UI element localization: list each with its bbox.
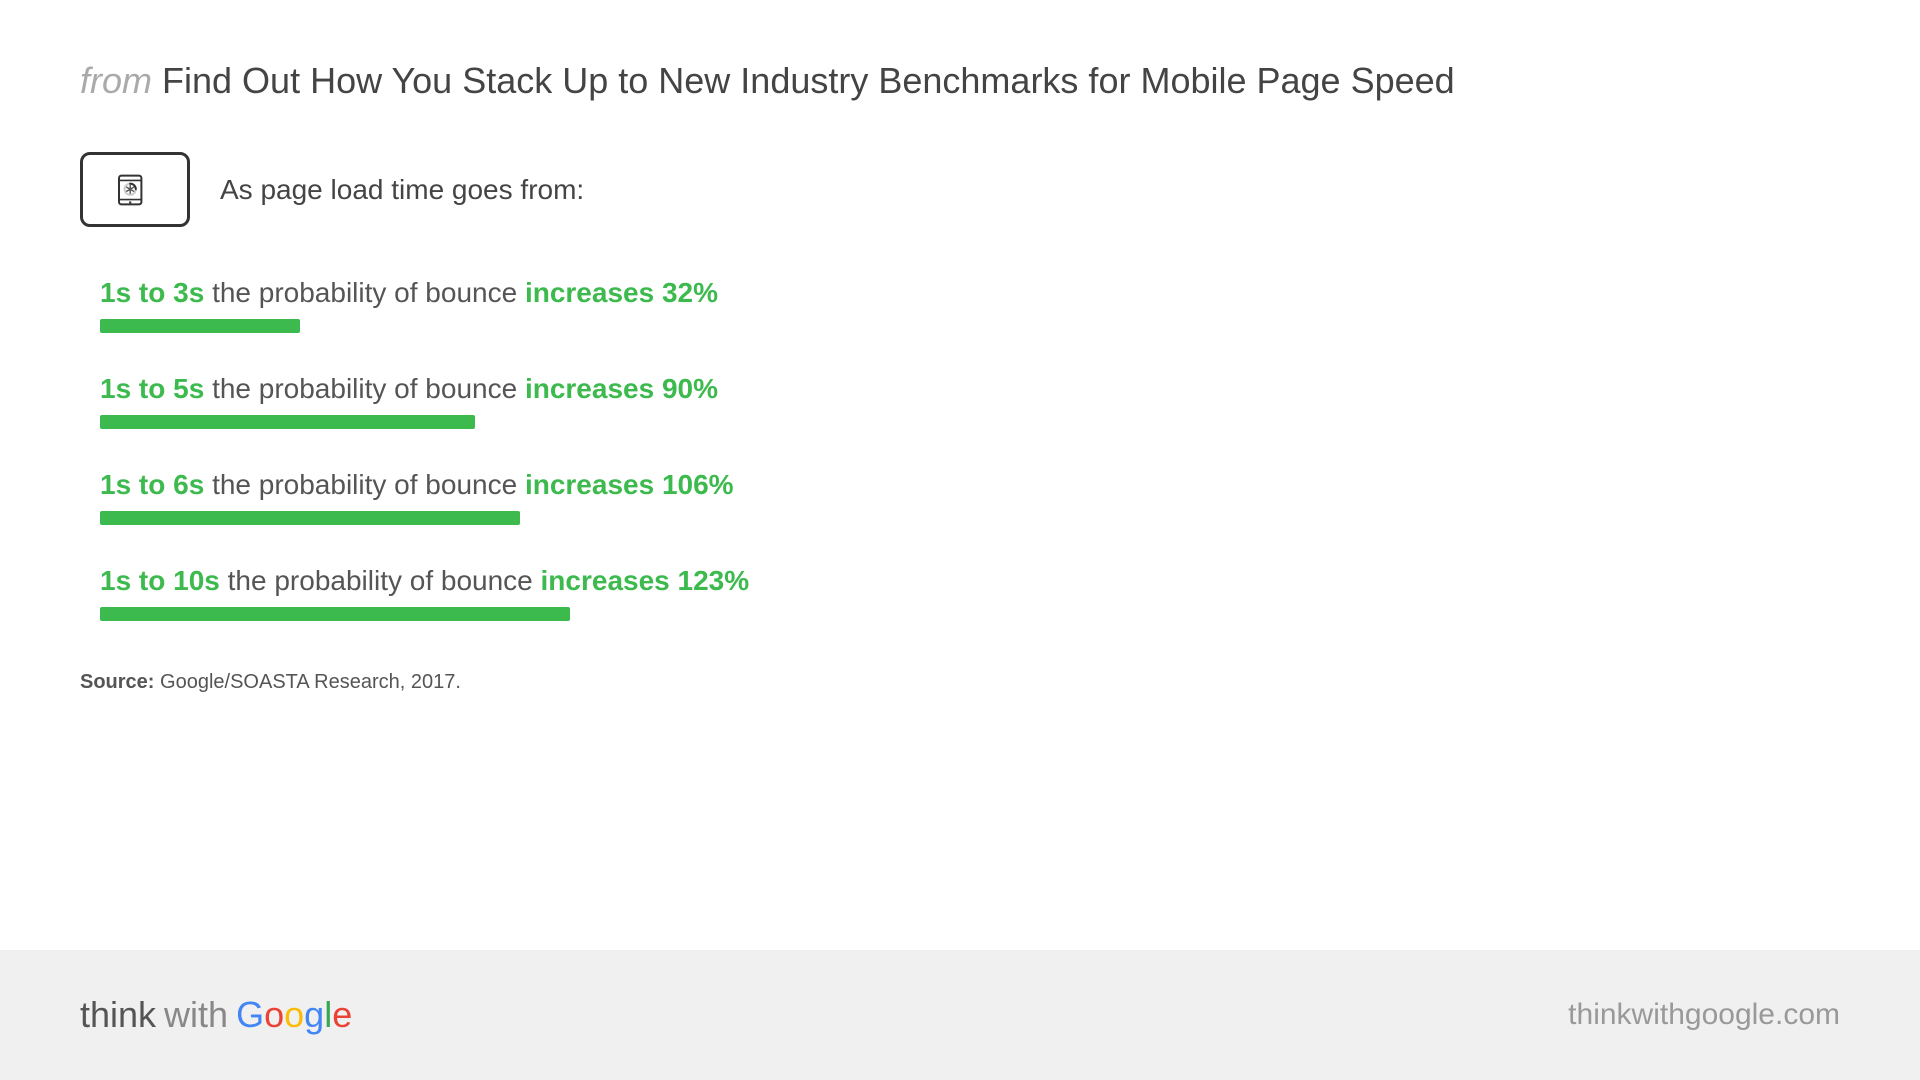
- google-letter-G: G: [236, 994, 264, 1035]
- stats-container: 1s to 3s the probability of bounce incre…: [80, 277, 1840, 621]
- time-range-4: 1s to 10s: [100, 565, 220, 596]
- time-range-1: 1s to 3s: [100, 277, 204, 308]
- stat-description-4: the probability of bounce: [228, 565, 533, 596]
- stat-text-3: 1s to 6s the probability of bounce incre…: [100, 469, 1840, 501]
- stat-description-1: the probability of bounce: [212, 277, 517, 308]
- increase-2: increases 90%: [525, 373, 718, 404]
- google-letter-e: e: [332, 994, 352, 1035]
- page-load-intro: As page load time goes from:: [80, 152, 1840, 227]
- google-letter-l: l: [324, 994, 332, 1035]
- google-letter-o1: o: [264, 994, 284, 1035]
- main-content: from Find Out How You Stack Up to New In…: [0, 0, 1920, 950]
- stat-item-3: 1s to 6s the probability of bounce incre…: [100, 469, 1840, 525]
- from-label: from: [80, 60, 152, 101]
- header-title: from Find Out How You Stack Up to New In…: [80, 60, 1840, 102]
- bar-3: [100, 511, 520, 525]
- bar-container-1: [100, 319, 1840, 333]
- article-title: Find Out How You Stack Up to New Industr…: [162, 60, 1455, 101]
- google-letter-o2: o: [284, 994, 304, 1035]
- page-load-description: As page load time goes from:: [220, 174, 584, 206]
- footer-url: thinkwithgoogle.com: [1568, 998, 1840, 1032]
- stat-text-1: 1s to 3s the probability of bounce incre…: [100, 277, 1840, 309]
- time-range-3: 1s to 6s: [100, 469, 204, 500]
- time-range-2: 1s to 5s: [100, 373, 204, 404]
- stat-text-4: 1s to 10s the probability of bounce incr…: [100, 565, 1840, 597]
- footer: think with Google thinkwithgoogle.com: [0, 950, 1920, 1080]
- bar-container-3: [100, 511, 1840, 525]
- source-label: Source:: [80, 671, 154, 693]
- bar-container-2: [100, 415, 1840, 429]
- with-label: with: [164, 994, 228, 1036]
- bar-4: [100, 607, 570, 621]
- bar-container-4: [100, 607, 1840, 621]
- think-with-google-logo: think with Google: [80, 994, 352, 1036]
- stat-description-2: the probability of bounce: [212, 373, 517, 404]
- stat-text-2: 1s to 5s the probability of bounce incre…: [100, 373, 1840, 405]
- source-line: Source: Google/SOASTA Research, 2017.: [80, 671, 1840, 694]
- bar-1: [100, 319, 300, 333]
- think-label: think: [80, 994, 156, 1036]
- increase-3: increases 106%: [525, 469, 734, 500]
- mobile-loading-icon: [115, 170, 155, 210]
- stat-item-4: 1s to 10s the probability of bounce incr…: [100, 565, 1840, 621]
- google-label: Google: [236, 994, 352, 1036]
- mobile-device-icon-box: [80, 152, 190, 227]
- bar-2: [100, 415, 475, 429]
- source-text: Google/SOASTA Research, 2017.: [160, 671, 461, 693]
- increase-1: increases 32%: [525, 277, 718, 308]
- stat-item-2: 1s to 5s the probability of bounce incre…: [100, 373, 1840, 429]
- stat-description-3: the probability of bounce: [212, 469, 517, 500]
- increase-4: increases 123%: [541, 565, 750, 596]
- stat-item-1: 1s to 3s the probability of bounce incre…: [100, 277, 1840, 333]
- google-letter-g2: g: [304, 994, 324, 1035]
